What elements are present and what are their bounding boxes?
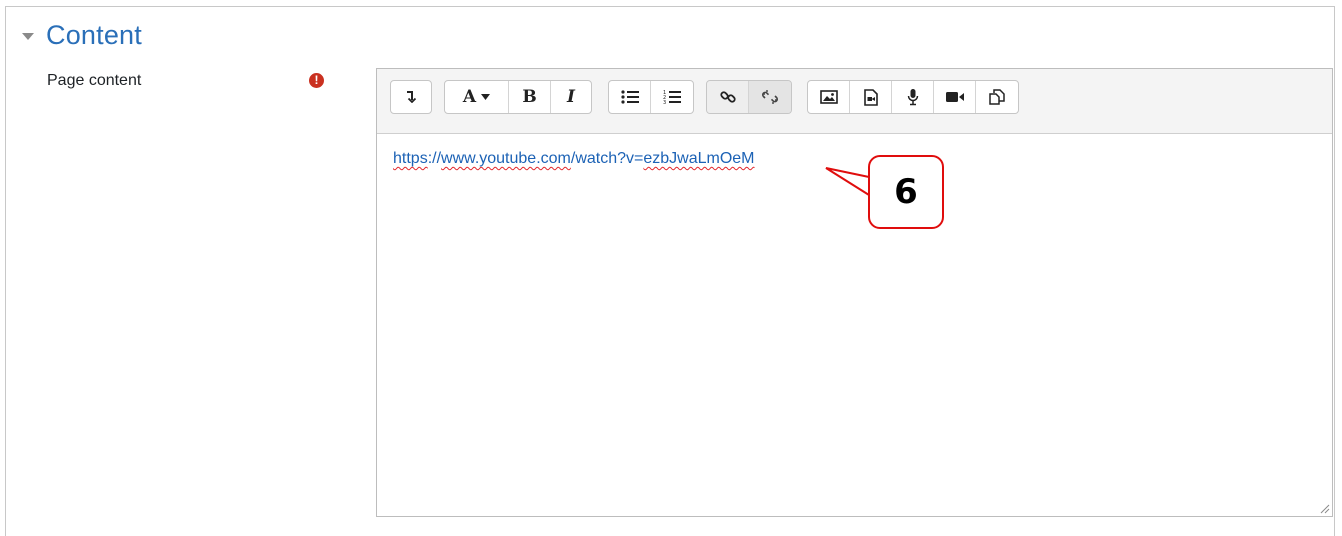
insert-image-button[interactable]: [808, 81, 850, 113]
bold-button[interactable]: B: [509, 81, 551, 113]
link-segment: /watch?v=: [570, 150, 644, 167]
unlink-button[interactable]: [749, 81, 791, 113]
unordered-list-icon: [620, 90, 639, 104]
unordered-list-button[interactable]: [609, 81, 651, 113]
section-title: Content: [46, 20, 142, 50]
link-segment: ://: [427, 150, 442, 167]
link-button[interactable]: [707, 81, 749, 113]
caret-down-icon[interactable]: [22, 28, 40, 44]
font-style-icon: A: [462, 87, 477, 107]
italic-icon: I: [567, 87, 575, 107]
toggle-arrow-icon: [407, 91, 416, 103]
ordered-list-button[interactable]: 1 2 3: [651, 81, 693, 113]
callout-label: 6: [868, 155, 944, 229]
youtube-link[interactable]: https://www.youtube.com/watch?v=ezbJwaLm…: [393, 150, 755, 167]
spell-error-segment: https: [393, 150, 428, 167]
resize-handle-icon[interactable]: [1318, 502, 1330, 514]
image-icon: [819, 90, 838, 104]
spell-error-segment: www.youtube.com: [441, 150, 571, 167]
media-file-icon: [863, 88, 878, 106]
toolbar-group-lists: 1 2 3: [608, 80, 694, 114]
toolbar-group-links: [706, 80, 792, 114]
show-more-buttons[interactable]: [391, 81, 431, 113]
italic-button[interactable]: I: [551, 81, 591, 113]
link-icon: [719, 91, 736, 103]
required-icon: !: [309, 73, 324, 88]
spell-error-segment: ezbJwaLmOeM: [643, 150, 755, 167]
text-style-button[interactable]: A: [445, 81, 509, 113]
toolbar-group-media: [807, 80, 1019, 114]
svg-text:3: 3: [663, 100, 666, 105]
video-camera-icon: [945, 92, 964, 102]
record-audio-button[interactable]: [892, 81, 934, 113]
section-header[interactable]: Content: [22, 20, 142, 51]
record-video-button[interactable]: [934, 81, 976, 113]
copy-files-icon: [989, 89, 1005, 105]
insert-media-button[interactable]: [850, 81, 892, 113]
ordered-list-icon: 1 2 3: [663, 90, 681, 105]
toolbar-group-style: A B I: [444, 80, 592, 114]
microphone-icon: [907, 89, 918, 106]
unlink-icon: [762, 90, 778, 104]
editor-toolbar: A B I 1 2 3: [377, 69, 1332, 134]
field-label: Page content: [47, 72, 142, 89]
editor-content[interactable]: https://www.youtube.com/watch?v=ezbJwaLm…: [393, 150, 755, 168]
chevron-down-icon: [481, 94, 491, 100]
manage-files-button[interactable]: [976, 81, 1018, 113]
toolbar-group-collapse: [390, 80, 432, 114]
bold-icon: B: [522, 87, 537, 107]
text-editor: A B I 1 2 3 https://www.youtube.com/watc…: [376, 68, 1333, 517]
